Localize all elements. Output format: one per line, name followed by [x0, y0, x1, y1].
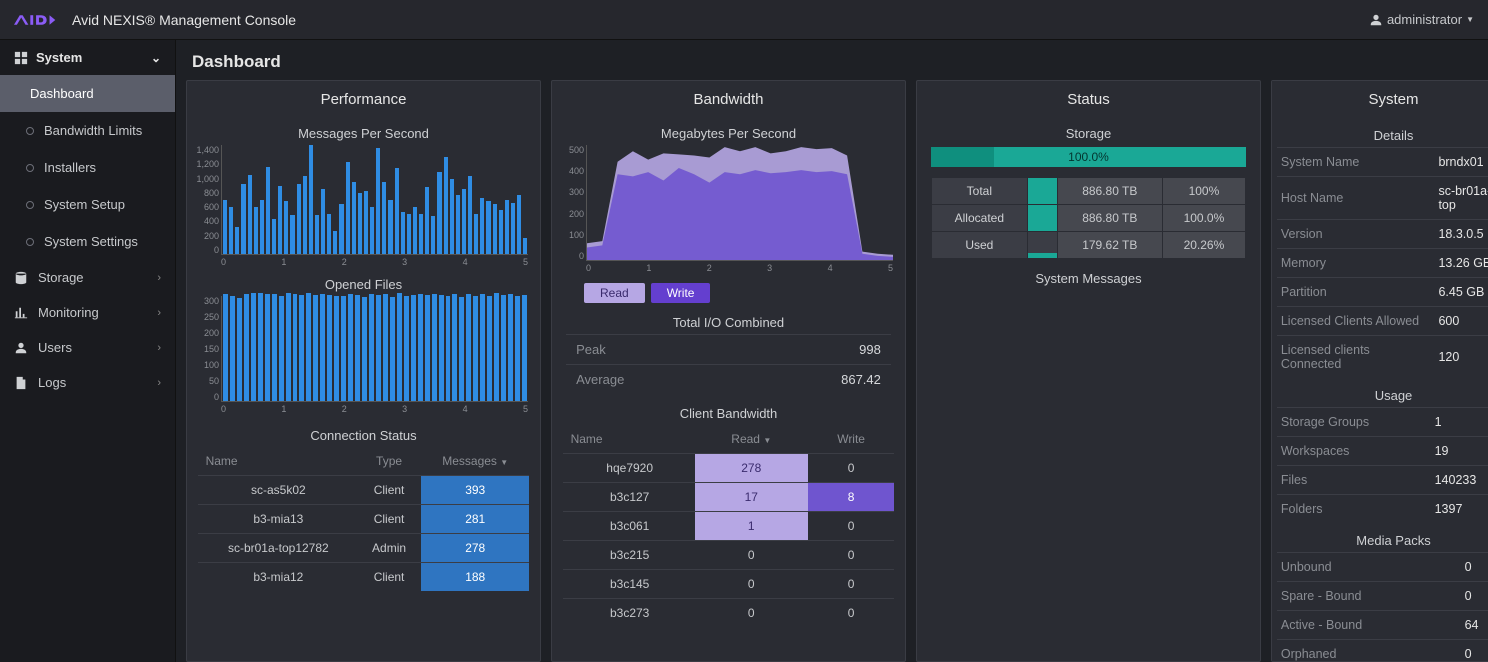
opened-files-chart: 300250200150100500 012345 [221, 296, 528, 416]
table-row: Files140233 [1277, 466, 1488, 495]
chart-title: Messages Per Second [187, 126, 540, 141]
panel-status: Status Storage 100.0% Total886.80 TB100%… [916, 80, 1261, 662]
chevron-right-icon: › [157, 342, 161, 354]
legend-read[interactable]: Read [584, 283, 645, 303]
table-row[interactable]: b3-mia13Client281 [198, 505, 530, 534]
table-row[interactable]: b3c127178 [563, 483, 895, 512]
user-name: administrator [1387, 12, 1462, 27]
page-title: Dashboard [176, 40, 1488, 80]
system-packs-table: Unbound0Spare - Bound0Active - Bound64Or… [1277, 552, 1488, 662]
section-title: Usage [1272, 388, 1488, 403]
table-row[interactable]: b3c06110 [563, 512, 895, 541]
table-row: Spare - Bound0 [1277, 582, 1488, 611]
sidebar-item-dashboard[interactable]: Dashboard [0, 75, 175, 112]
users-icon [14, 341, 28, 355]
system-details-table: System Namebrndx01Host Namesc-br01a-topV… [1277, 147, 1488, 378]
table-row: Licensed clients Connected120 [1277, 336, 1488, 379]
sidebar-item-system-settings[interactable]: System Settings [0, 223, 175, 260]
panel-title: Status [917, 81, 1260, 118]
topbar: Avid NEXIS® Management Console administr… [0, 0, 1488, 40]
panel-system: System Details System Namebrndx01Host Na… [1271, 80, 1488, 662]
grid-icon [14, 51, 28, 65]
chart-title: Opened Files [187, 277, 540, 292]
app-title: Avid NEXIS® Management Console [72, 12, 296, 28]
table-row: Host Namesc-br01a-top [1277, 177, 1488, 220]
sidebar-item-bandwidth-limits[interactable]: Bandwidth Limits [0, 112, 175, 149]
section-title: Connection Status [187, 428, 540, 443]
section-title: System Messages [917, 271, 1260, 286]
sidebar-group-monitoring[interactable]: Monitoring› [0, 295, 175, 330]
table-row: Workspaces19 [1277, 437, 1488, 466]
table-row: Used179.62 TB20.26% [931, 232, 1246, 259]
caret-down-icon: ▼ [500, 458, 508, 467]
monitoring-icon [14, 306, 28, 320]
table-row: Version18.3.0.5 [1277, 220, 1488, 249]
sidebar-group-users[interactable]: Users› [0, 330, 175, 365]
table-row: System Namebrndx01 [1277, 148, 1488, 177]
table-row: Active - Bound64 [1277, 611, 1488, 640]
radio-icon [26, 201, 34, 209]
chevron-down-icon: ⌄ [151, 51, 161, 65]
chart-title: Megabytes Per Second [552, 126, 905, 141]
table-row[interactable]: b3-mia12Client188 [198, 563, 530, 592]
panel-bandwidth: Bandwidth Megabytes Per Second 500400300… [551, 80, 906, 662]
table-row[interactable]: b3c14500 [563, 570, 895, 599]
table-row[interactable]: b3c27300 [563, 599, 895, 628]
sidebar-group-logs[interactable]: Logs› [0, 365, 175, 400]
user-menu[interactable]: administrator ▼ [1369, 12, 1474, 27]
storage-bar: 100.0% [931, 147, 1246, 167]
table-row[interactable]: sc-as5k02Client393 [198, 476, 530, 505]
table-row: Memory13.26 GB [1277, 249, 1488, 278]
client-bandwidth-table: NameRead ▼Write hqe79202780b3c127178b3c0… [563, 425, 895, 627]
legend-write[interactable]: Write [651, 283, 711, 303]
panel-performance: Performance Messages Per Second 1,4001,2… [186, 80, 541, 662]
legend: Read Write [584, 283, 905, 303]
section-title: Client Bandwidth [552, 406, 905, 421]
panel-title: Bandwidth [552, 81, 905, 118]
sort-read[interactable]: Read ▼ [695, 425, 808, 454]
section-title: Media Packs [1272, 533, 1488, 548]
sort-messages[interactable]: Messages ▼ [421, 447, 529, 476]
caret-down-icon: ▼ [763, 436, 771, 445]
table-row: Storage Groups1 [1277, 408, 1488, 437]
table-row: Unbound0 [1277, 553, 1488, 582]
sidebar: System ⌄ DashboardBandwidth LimitsInstal… [0, 40, 176, 662]
user-icon [1369, 13, 1383, 27]
radio-icon [26, 164, 34, 172]
storage-table: Total886.80 TB100%Allocated886.80 TB100.… [931, 177, 1247, 259]
chevron-right-icon: › [157, 272, 161, 284]
panel-title: Performance [187, 81, 540, 118]
panel-title: System [1272, 81, 1488, 118]
bandwidth-chart: 5004003002001000 012345 [586, 145, 893, 275]
system-usage-table: Storage Groups1Workspaces19Files140233Fo… [1277, 407, 1488, 523]
avid-logo-icon [14, 12, 62, 28]
table-row: Orphaned0 [1277, 640, 1488, 662]
table-row: Licensed Clients Allowed600 [1277, 307, 1488, 336]
table-row: Allocated886.80 TB100.0% [931, 205, 1246, 232]
sidebar-item-installers[interactable]: Installers [0, 149, 175, 186]
logs-icon [14, 376, 28, 390]
connection-table: NameTypeMessages ▼ sc-as5k02Client393b3-… [198, 447, 530, 591]
table-row: Folders1397 [1277, 495, 1488, 524]
table-row[interactable]: sc-br01a-top12782Admin278 [198, 534, 530, 563]
table-row: Total886.80 TB100% [931, 178, 1246, 205]
section-title: Details [1272, 128, 1488, 143]
chevron-right-icon: › [157, 377, 161, 389]
table-row[interactable]: b3c21500 [563, 541, 895, 570]
radio-icon [26, 127, 34, 135]
sidebar-section-system[interactable]: System ⌄ [0, 40, 175, 75]
combined-io-table: Peak998 Average867.42 [566, 334, 891, 394]
storage-icon [14, 271, 28, 285]
messages-chart: 1,4001,2001,0008006004002000 012345 [221, 145, 528, 269]
section-title: Storage [917, 126, 1260, 141]
chevron-right-icon: › [157, 307, 161, 319]
section-title: Total I/O Combined [552, 315, 905, 330]
radio-icon [26, 238, 34, 246]
caret-down-icon: ▼ [1466, 15, 1474, 24]
brand: Avid NEXIS® Management Console [14, 12, 296, 28]
sidebar-group-storage[interactable]: Storage› [0, 260, 175, 295]
sidebar-item-system-setup[interactable]: System Setup [0, 186, 175, 223]
table-row[interactable]: hqe79202780 [563, 454, 895, 483]
table-row: Partition6.45 GB [1277, 278, 1488, 307]
